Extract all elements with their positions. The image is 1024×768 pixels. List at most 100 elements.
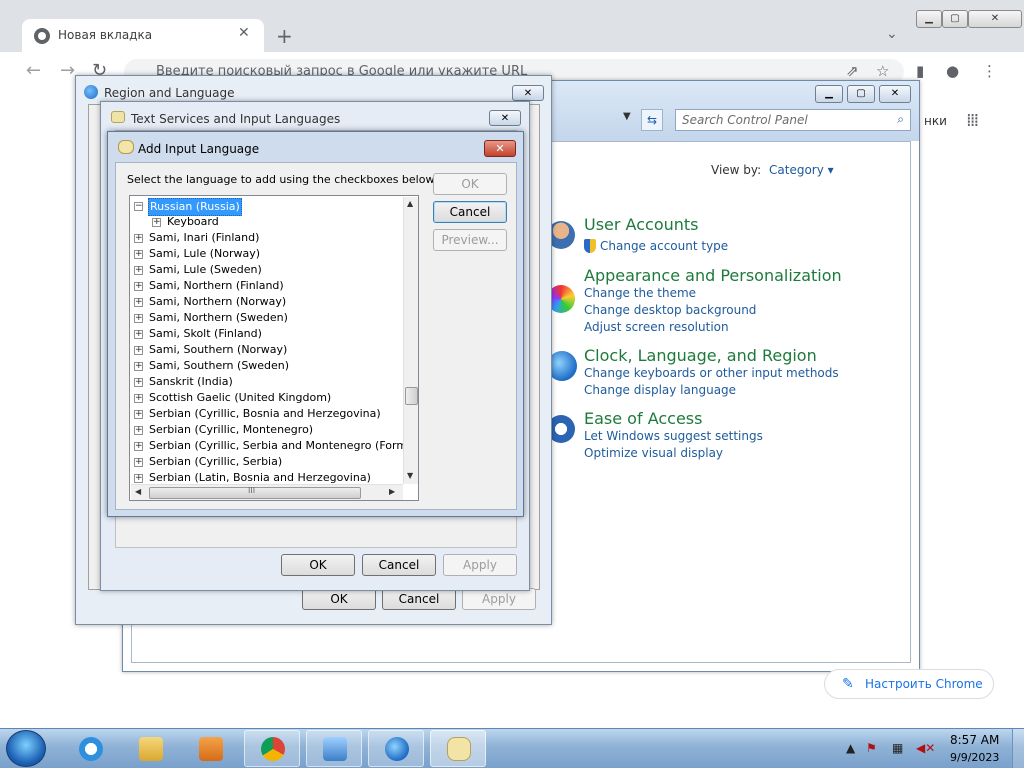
- tree-item-label[interactable]: Sami, Northern (Sweden): [148, 310, 289, 326]
- tree-item-label[interactable]: Serbian (Cyrillic, Montenegro): [148, 422, 314, 438]
- search-icon[interactable]: ⌕: [897, 112, 904, 127]
- expand-icon[interactable]: +: [134, 314, 143, 323]
- ail-cancel-button[interactable]: Cancel: [433, 201, 507, 223]
- link-let-windows-suggest[interactable]: Let Windows suggest settings: [584, 429, 763, 443]
- tree-item-label[interactable]: Sami, Lule (Norway): [148, 246, 261, 262]
- cp-minimize-icon[interactable]: ▁: [815, 85, 843, 103]
- tree-item-label[interactable]: Sami, Northern (Finland): [148, 278, 285, 294]
- scroll-down-icon[interactable]: ▼: [407, 471, 413, 480]
- back-icon[interactable]: ←: [26, 60, 41, 81]
- tree-item-label[interactable]: Sami, Inari (Finland): [148, 230, 260, 246]
- tab-search-chevron-icon[interactable]: ⌄: [886, 26, 898, 42]
- ail-preview-button[interactable]: Preview...: [433, 229, 507, 251]
- tree-item-label[interactable]: Sanskrit (India): [148, 374, 234, 390]
- expand-icon[interactable]: +: [134, 378, 143, 387]
- forward-icon[interactable]: →: [60, 60, 75, 81]
- scroll-left-icon[interactable]: ◀: [135, 487, 141, 496]
- link-optimize-visual-display[interactable]: Optimize visual display: [584, 446, 723, 460]
- tab-close-icon[interactable]: ✕: [238, 25, 250, 41]
- region-apply-button[interactable]: Apply: [462, 588, 536, 610]
- tree-item-label[interactable]: Sami, Southern (Sweden): [148, 358, 290, 374]
- ts-ok-button[interactable]: OK: [281, 554, 355, 576]
- ts-apply-button[interactable]: Apply: [443, 554, 517, 576]
- link-change-display-language[interactable]: Change display language: [584, 383, 736, 397]
- link-change-account-type[interactable]: Change account type: [600, 239, 728, 253]
- expand-icon[interactable]: +: [134, 346, 143, 355]
- expand-icon[interactable]: +: [134, 458, 143, 467]
- category-ease-of-access[interactable]: Ease of Access: [584, 409, 702, 428]
- side-panel-icon[interactable]: ▮: [916, 62, 924, 80]
- start-button[interactable]: [6, 730, 46, 767]
- taskbar-text-services[interactable]: [430, 730, 486, 767]
- tree-item-label[interactable]: Serbian (Cyrillic, Serbia): [148, 454, 283, 470]
- tree-item-label[interactable]: Serbian (Cyrillic, Serbia and Montenegro…: [148, 438, 418, 454]
- expand-icon[interactable]: +: [134, 250, 143, 259]
- expand-icon[interactable]: +: [134, 394, 143, 403]
- taskbar-media-player[interactable]: [182, 730, 238, 767]
- taskbar-region-language[interactable]: [368, 730, 424, 767]
- show-desktop-button[interactable]: [1012, 729, 1024, 768]
- maximize-icon[interactable]: ▢: [942, 10, 968, 28]
- taskbar-ie[interactable]: [62, 730, 118, 767]
- expand-icon[interactable]: +: [134, 330, 143, 339]
- action-center-icon[interactable]: ⚑: [866, 741, 877, 755]
- scroll-up-icon[interactable]: ▲: [407, 199, 413, 208]
- show-hidden-icons[interactable]: ▲: [846, 741, 855, 755]
- category-appearance[interactable]: Appearance and Personalization: [584, 266, 842, 285]
- vertical-scroll-thumb[interactable]: [405, 387, 418, 405]
- link-change-keyboards[interactable]: Change keyboards or other input methods: [584, 366, 839, 380]
- expand-icon[interactable]: +: [134, 474, 143, 483]
- network-icon[interactable]: ▦: [892, 741, 903, 755]
- category-user-accounts[interactable]: User Accounts: [584, 215, 699, 234]
- new-tab-icon[interactable]: +: [276, 24, 293, 48]
- minimize-icon[interactable]: ▁: [916, 10, 942, 28]
- tree-item-label[interactable]: Keyboard: [166, 214, 220, 230]
- language-tree[interactable]: − Russian (Russia) + Keyboard + Sami, Inari (…: [129, 195, 419, 501]
- share-icon[interactable]: ⇗: [846, 62, 859, 80]
- tree-item-label[interactable]: Sami, Southern (Norway): [148, 342, 288, 358]
- expand-icon[interactable]: +: [134, 426, 143, 435]
- tree-item-label[interactable]: Scottish Gaelic (United Kingdom): [148, 390, 332, 406]
- link-change-theme[interactable]: Change the theme: [584, 286, 696, 300]
- region-ok-button[interactable]: OK: [302, 588, 376, 610]
- tree-item-label[interactable]: Sami, Northern (Norway): [148, 294, 287, 310]
- bookmark-star-icon[interactable]: ☆: [876, 62, 889, 80]
- cp-maximize-icon[interactable]: ▢: [847, 85, 875, 103]
- tree-horizontal-scrollbar[interactable]: ◀ III ▶: [131, 484, 403, 500]
- ail-ok-button[interactable]: OK: [433, 173, 507, 195]
- text-services-close-icon[interactable]: ✕: [489, 110, 521, 126]
- control-panel-search-input[interactable]: Search Control Panel ⌕: [675, 109, 911, 131]
- expand-icon[interactable]: +: [134, 282, 143, 291]
- apps-grid-icon[interactable]: ⁞⁞⁞: [966, 110, 979, 131]
- clock-date[interactable]: 9/9/2023: [950, 751, 999, 764]
- close-icon[interactable]: ✕: [968, 10, 1022, 28]
- expand-icon[interactable]: +: [134, 298, 143, 307]
- expand-icon[interactable]: +: [134, 266, 143, 275]
- taskbar-explorer[interactable]: [122, 730, 178, 767]
- ts-cancel-button[interactable]: Cancel: [362, 554, 436, 576]
- menu-kebab-icon[interactable]: ⋮: [982, 62, 997, 80]
- tree-vertical-scrollbar[interactable]: ▲ ▼: [403, 197, 418, 484]
- browser-tab[interactable]: Новая вкладка ✕: [22, 19, 264, 53]
- scroll-right-icon[interactable]: ▶: [389, 487, 395, 496]
- view-by-dropdown[interactable]: Category ▾: [769, 163, 834, 177]
- expand-icon[interactable]: +: [134, 362, 143, 371]
- tree-item-label[interactable]: Serbian (Cyrillic, Bosnia and Herzegovin…: [148, 406, 382, 422]
- tree-item-label[interactable]: Sami, Lule (Sweden): [148, 262, 263, 278]
- expand-icon[interactable]: +: [134, 234, 143, 243]
- add-input-language-close-icon[interactable]: ✕: [484, 140, 516, 157]
- category-clock-language-region[interactable]: Clock, Language, and Region: [584, 346, 817, 365]
- region-language-close-icon[interactable]: ✕: [512, 85, 544, 101]
- collapse-icon[interactable]: −: [134, 202, 143, 211]
- taskbar-chrome[interactable]: [244, 730, 300, 767]
- expand-icon[interactable]: +: [134, 442, 143, 451]
- tree-item-label[interactable]: Sami, Skolt (Finland): [148, 326, 263, 342]
- profile-avatar-icon[interactable]: ●: [946, 62, 959, 80]
- link-change-desktop-background[interactable]: Change desktop background: [584, 303, 756, 317]
- expand-icon[interactable]: +: [134, 410, 143, 419]
- clock-time[interactable]: 8:57 AM: [950, 733, 999, 747]
- cp-close-icon[interactable]: ✕: [879, 85, 911, 103]
- taskbar-control-panel[interactable]: [306, 730, 362, 767]
- expand-icon[interactable]: +: [152, 218, 161, 227]
- region-cancel-button[interactable]: Cancel: [382, 588, 456, 610]
